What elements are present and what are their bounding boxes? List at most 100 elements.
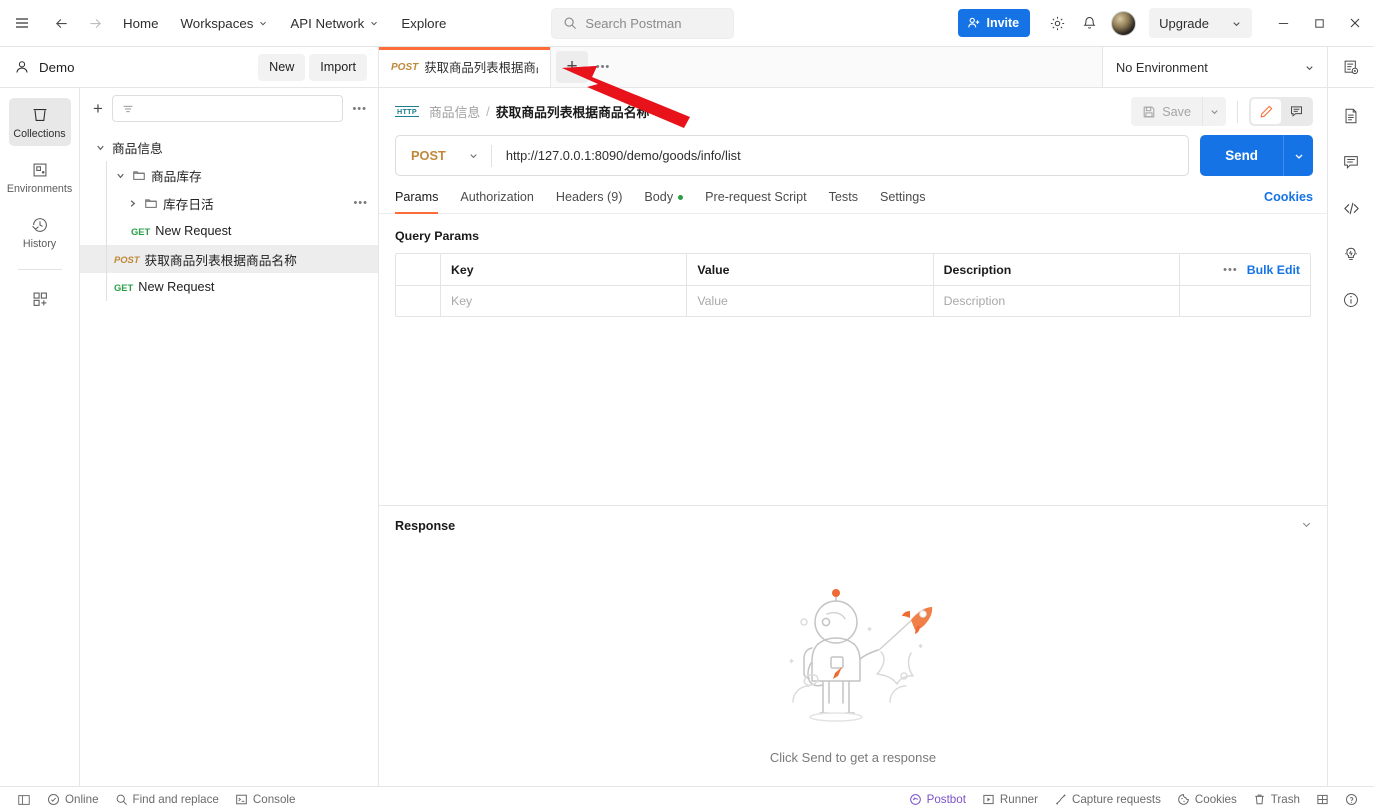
comments-icon[interactable] (1336, 147, 1366, 177)
tab-body[interactable]: Body (644, 190, 684, 213)
url-input[interactable]: http://127.0.0.1:8090/demo/goods/info/li… (492, 148, 1188, 163)
send-button[interactable]: Send (1200, 135, 1283, 176)
workspace-actions: New Import (258, 53, 367, 81)
tab-authorization[interactable]: Authorization (460, 190, 534, 213)
breadcrumb-collection[interactable]: 商品信息 (429, 102, 480, 121)
row-description-input[interactable]: Description (934, 286, 1180, 316)
tree-item-request[interactable]: GET New Request (80, 273, 378, 301)
cookies-link[interactable]: Cookies (1264, 190, 1313, 213)
upgrade-button[interactable]: Upgrade (1149, 8, 1252, 38)
add-apps-icon[interactable] (9, 282, 71, 315)
info-icon[interactable] (1336, 285, 1366, 315)
params-more-icon[interactable]: ••• (1223, 264, 1238, 276)
chevron-right-icon[interactable] (126, 198, 139, 209)
chevron-down-icon (260, 21, 267, 26)
maximize-icon[interactable] (1302, 1, 1336, 45)
breadcrumb-actions: Save (1131, 97, 1313, 126)
tab-tests[interactable]: Tests (829, 190, 858, 213)
cookies-button[interactable]: Cookies (1169, 790, 1245, 810)
chevron-down-icon[interactable] (114, 170, 127, 181)
close-icon[interactable] (1338, 1, 1372, 45)
find-and-replace-button[interactable]: Find and replace (107, 790, 227, 810)
bulk-edit-button[interactable]: Bulk Edit (1247, 263, 1300, 277)
sidebar-more-icon[interactable]: ••• (352, 103, 367, 115)
sidebar-toggle-icon[interactable] (9, 790, 39, 810)
tab-settings-label: Settings (880, 190, 926, 204)
postman-app: Home Workspaces API Network Explore Sear… (0, 0, 1374, 812)
tab-headers[interactable]: Headers (9) (556, 190, 623, 213)
row-key-input[interactable]: Key (441, 286, 688, 316)
tab-options-icon[interactable]: ••• (588, 47, 618, 87)
collections-icon (33, 109, 46, 121)
tab-pre-request-script[interactable]: Pre-request Script (705, 190, 807, 213)
sidebar-filter-input[interactable] (111, 95, 344, 122)
environment-selector[interactable]: No Environment (1102, 47, 1327, 87)
minimize-icon[interactable] (1266, 1, 1300, 45)
tree-item-more-icon[interactable]: ••• (353, 197, 368, 209)
invite-button[interactable]: Invite (958, 9, 1031, 37)
sidebar-item-environments[interactable]: Environments (6, 153, 73, 201)
tree-item-collection[interactable]: 商品信息 (80, 133, 378, 161)
tree-item-label: New Request (155, 224, 232, 238)
nav-api-network[interactable]: API Network (279, 8, 390, 38)
environment-quick-look-icon[interactable] (1327, 47, 1374, 87)
sidebar-add-icon[interactable]: + (93, 99, 103, 119)
send-dropdown-icon[interactable] (1283, 135, 1313, 176)
row-value-input[interactable]: Value (687, 286, 934, 316)
tree-item-folder[interactable]: 商品库存 (80, 161, 378, 189)
folder-icon (133, 171, 145, 180)
tree-item-request[interactable]: GET New Request (80, 217, 378, 245)
forward-arrow-icon[interactable] (78, 16, 112, 31)
sidebar-item-history[interactable]: History (9, 208, 71, 256)
gear-icon[interactable] (1042, 8, 1072, 38)
rail-divider (17, 269, 62, 270)
avatar[interactable] (1111, 10, 1137, 36)
postbot-button[interactable]: Postbot (901, 790, 974, 810)
bell-icon[interactable] (1074, 8, 1104, 38)
hamburger-icon[interactable] (0, 15, 44, 31)
breadcrumb-request-name[interactable]: 获取商品列表根据商品名称 (496, 102, 650, 121)
response-collapse-icon[interactable] (1300, 518, 1313, 534)
search-input[interactable]: Search Postman (551, 7, 735, 39)
sidebar-item-collections[interactable]: Collections (8, 98, 71, 146)
tree-item-folder[interactable]: 库存日活 ••• (80, 189, 378, 217)
new-button[interactable]: New (258, 53, 306, 81)
chevron-down-icon[interactable] (94, 142, 107, 153)
sidebar-item-environments-label: Environments (6, 183, 73, 195)
url-bar: POST http://127.0.0.1:8090/demo/goods/in… (395, 135, 1190, 176)
response-empty-message: Click Send to get a response (769, 750, 937, 765)
new-tab-button[interactable]: + (556, 51, 588, 83)
console-button[interactable]: Console (227, 790, 304, 810)
capture-requests-button[interactable]: Capture requests (1046, 790, 1169, 810)
request-tab[interactable]: POST 获取商品列表根据商品名称 (379, 47, 551, 87)
online-status[interactable]: Online (39, 790, 107, 810)
code-icon[interactable] (1336, 193, 1366, 223)
nav-home[interactable]: Home (112, 8, 169, 38)
tab-params[interactable]: Params (395, 190, 439, 214)
back-arrow-icon[interactable] (44, 16, 78, 31)
table-row[interactable]: Key Value Description (396, 285, 1310, 316)
tree-item-label: 商品库存 (151, 169, 202, 184)
save-dropdown-icon[interactable] (1202, 97, 1226, 126)
environments-icon (33, 163, 46, 177)
row-checkbox[interactable] (396, 286, 441, 316)
comment-icon[interactable] (1281, 99, 1311, 124)
layout-icon[interactable] (1308, 790, 1337, 810)
documentation-icon[interactable] (1336, 101, 1366, 131)
trash-button[interactable]: Trash (1245, 790, 1308, 810)
tree-item-request-selected[interactable]: POST 获取商品列表根据商品名称 (80, 245, 378, 273)
body-modified-dot (678, 194, 684, 200)
online-check-icon (47, 793, 60, 806)
cookie-icon (1178, 794, 1189, 805)
import-button[interactable]: Import (309, 53, 367, 81)
help-icon[interactable] (1337, 790, 1366, 810)
tab-settings[interactable]: Settings (880, 190, 926, 213)
workspace-bar: Demo New Import POST 获取商品列表根据商品名称 + ••• … (0, 47, 1374, 88)
nav-workspaces[interactable]: Workspaces (169, 8, 279, 38)
nav-explore[interactable]: Explore (390, 8, 457, 38)
edit-pencil-icon[interactable] (1251, 99, 1281, 124)
method-selector[interactable]: POST (396, 148, 491, 163)
runner-button[interactable]: Runner (974, 790, 1046, 810)
postbot-lightbulb-icon[interactable] (1336, 239, 1366, 269)
save-button[interactable]: Save (1131, 97, 1202, 126)
